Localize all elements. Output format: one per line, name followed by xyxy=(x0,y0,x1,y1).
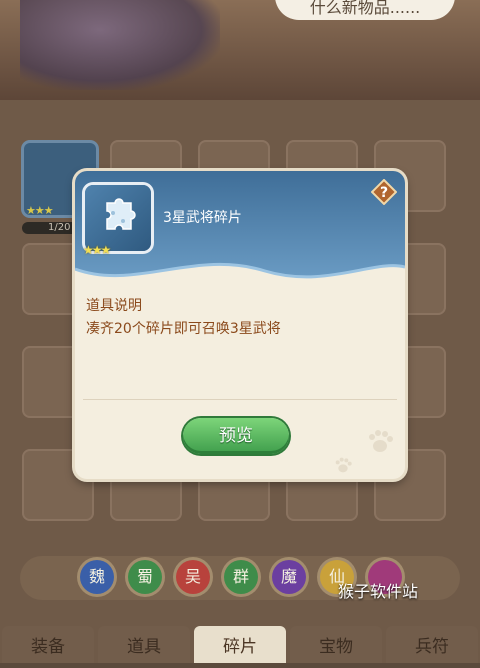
tab-equipment[interactable]: 装备 xyxy=(2,626,94,663)
preview-button[interactable]: 预览 xyxy=(183,418,289,454)
item-detail-dialog: ★★★ 3星武将碎片 ? 道具说明 凑齐20个碎片即可召唤3星武将 预览 xyxy=(75,171,405,479)
divider xyxy=(83,399,397,400)
description-title: 道具说明 xyxy=(86,298,142,314)
faction-filter-1[interactable]: 蜀 xyxy=(128,560,162,594)
faction-filter-4[interactable]: 魔 xyxy=(272,560,306,594)
speech-bubble: 什么新物品...... xyxy=(275,0,455,20)
character-art xyxy=(20,0,220,90)
item-name: 3星武将碎片 xyxy=(163,210,242,226)
paw-print-icon xyxy=(369,430,393,452)
top-banner: 什么新物品...... xyxy=(0,0,480,100)
tab-items[interactable]: 道具 xyxy=(98,626,190,663)
faction-filter-2[interactable]: 吴 xyxy=(176,560,210,594)
bottom-tabs: 装备 道具 碎片 宝物 兵符 xyxy=(0,626,480,663)
tab-tokens[interactable]: 兵符 xyxy=(386,626,478,663)
tab-fragments[interactable]: 碎片 xyxy=(194,626,286,663)
owned-card-stars: ★★★ xyxy=(26,204,54,217)
header-wave xyxy=(75,262,405,291)
faction-filter-3[interactable]: 群 xyxy=(224,560,258,594)
item-icon-frame xyxy=(85,185,151,251)
faction-filter-0[interactable]: 魏 xyxy=(80,560,114,594)
item-rarity-stars: ★★★ xyxy=(83,243,111,257)
description-text: 凑齐20个碎片即可召唤3星武将 xyxy=(86,321,281,337)
svg-text:?: ? xyxy=(380,185,388,201)
watermark: 猴子软件站 xyxy=(338,582,419,601)
puzzle-piece-icon xyxy=(106,198,136,230)
paw-print-icon xyxy=(335,457,352,473)
question-mark-icon[interactable]: ? xyxy=(371,179,397,205)
tab-treasures[interactable]: 宝物 xyxy=(290,626,382,663)
